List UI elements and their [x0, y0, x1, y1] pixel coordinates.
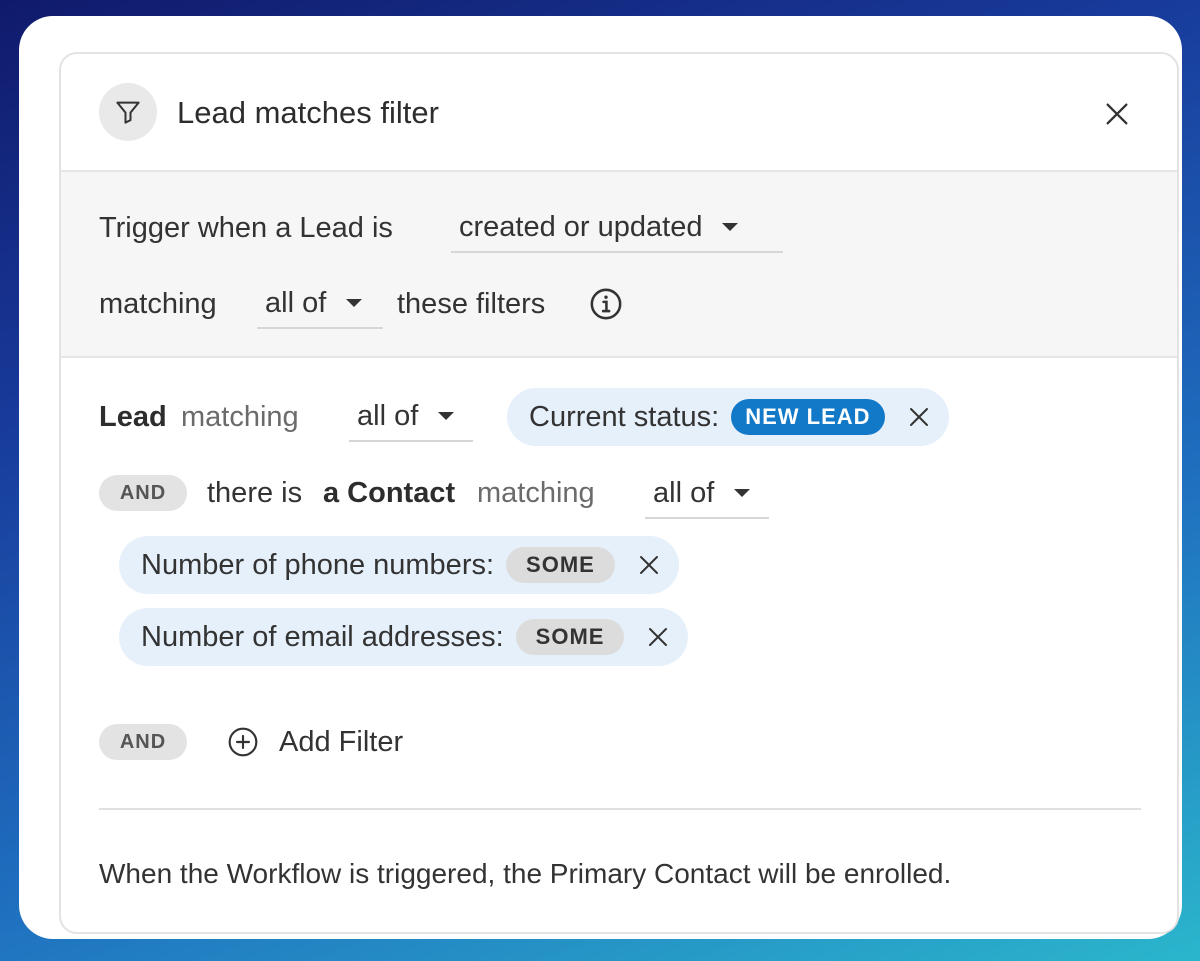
lead-matching-text: matching [181, 401, 299, 433]
lead-filter-panel: Lead matches filter Trigger when a Lead … [59, 52, 1179, 934]
chevron-down-icon [346, 299, 363, 307]
filter-icon [99, 83, 157, 141]
remove-filter-button[interactable] [905, 403, 933, 431]
app-backdrop: Lead matches filter Trigger when a Lead … [0, 0, 1200, 961]
chevron-down-icon [438, 412, 455, 420]
and-operator-pill[interactable]: AND [99, 724, 187, 760]
lead-match-mode-value: all of [357, 400, 419, 432]
trigger-prefix-text: Trigger when a Lead is [99, 212, 393, 244]
panel-header: Lead matches filter [61, 54, 1177, 172]
add-filter-button[interactable]: Add Filter [227, 722, 403, 762]
info-icon[interactable] [589, 287, 623, 321]
filter-chip-email-addresses[interactable]: Number of email addresses: SOME [119, 608, 689, 666]
filter-chip-current-status[interactable]: Current status: NEW LEAD [507, 388, 949, 446]
enrollment-note: When the Workflow is triggered, the Prim… [99, 858, 952, 889]
plus-circle-icon [228, 727, 258, 757]
close-button[interactable] [1097, 94, 1137, 134]
trigger-match-mode-value: all of [265, 287, 327, 319]
contact-entity-label: a Contact [323, 477, 456, 509]
close-icon [909, 408, 928, 426]
chevron-down-icon [722, 223, 739, 231]
footer-divider [99, 808, 1141, 810]
trigger-matching-text: matching [99, 288, 217, 320]
filter-chip-label: Current status: [529, 400, 720, 433]
value-badge: SOME [506, 547, 615, 583]
panel-title: Lead matches filter [177, 95, 439, 130]
close-icon [649, 628, 668, 646]
contact-matching-text: matching [477, 477, 595, 509]
trigger-suffix-text: these filters [397, 288, 546, 320]
filter-chip-phone-numbers[interactable]: Number of phone numbers: SOME [119, 536, 679, 594]
filter-chip-label: Number of email addresses: [141, 620, 504, 653]
remove-filter-button[interactable] [644, 623, 672, 651]
add-filter-label: Add Filter [279, 725, 404, 758]
value-badge: SOME [515, 619, 625, 655]
status-badge: NEW LEAD [731, 399, 885, 435]
and-operator-pill[interactable]: AND [99, 475, 187, 511]
contact-match-mode-value: all of [653, 477, 715, 509]
trigger-event-dropdown[interactable]: created or updated [451, 203, 783, 253]
contact-match-mode-dropdown[interactable]: all of [645, 469, 769, 519]
contact-prefix-text: there is [207, 477, 303, 509]
trigger-match-mode-dropdown[interactable]: all of [257, 279, 383, 329]
close-icon [1106, 103, 1128, 125]
trigger-section: Trigger when a Lead is created or update… [61, 172, 1177, 358]
lead-entity-label: Lead [99, 401, 167, 433]
filter-chip-label: Number of phone numbers: [141, 548, 495, 581]
close-icon [639, 556, 658, 574]
chevron-down-icon [734, 489, 751, 497]
trigger-event-value: created or updated [459, 211, 703, 243]
remove-filter-button[interactable] [635, 551, 663, 579]
modal-card: Lead matches filter Trigger when a Lead … [19, 16, 1182, 939]
lead-match-mode-dropdown[interactable]: all of [349, 392, 473, 442]
